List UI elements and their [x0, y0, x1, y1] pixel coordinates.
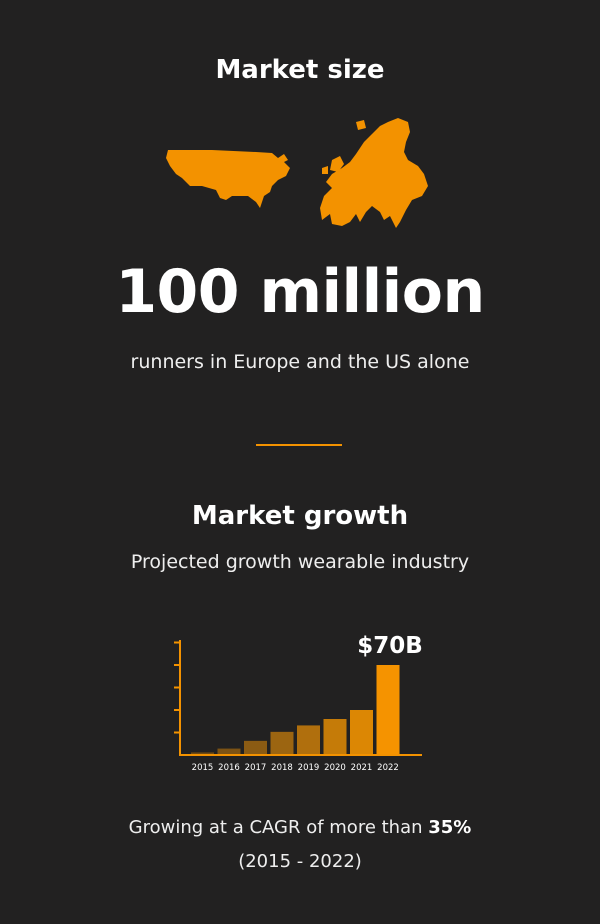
maps-illustration: [166, 118, 428, 228]
cagr-value: 35%: [428, 817, 472, 838]
x-tick-label: 2017: [245, 763, 267, 773]
cagr-period: (2015 - 2022): [238, 851, 362, 872]
chart-bars: [191, 665, 400, 755]
market-size-title: Market size: [215, 55, 385, 85]
chart-annotation: $70B: [357, 633, 423, 659]
x-tick-label: 2018: [271, 763, 293, 773]
market-growth-subtitle: Projected growth wearable industry: [130, 551, 470, 573]
x-tick-label: 2016: [218, 763, 240, 773]
bar-2017: [244, 740, 267, 755]
bar-2020: [323, 719, 347, 755]
market-growth-title: Market growth: [191, 501, 409, 531]
runner-count-caption: runners in Europe and the US alone: [130, 351, 470, 373]
runner-count: 100 million: [115, 257, 485, 327]
us-map-icon: [166, 150, 290, 208]
section-divider: [256, 444, 342, 446]
x-tick-label: 2021: [351, 763, 373, 773]
bar-2019: [297, 725, 320, 755]
cagr-statement: Growing at a CAGR of more than 35%: [0, 814, 600, 842]
bar-2021: [350, 710, 373, 755]
europe-map-icon: [320, 118, 428, 228]
growth-bar-chart: 2015 2016 2017 2018 2019 2020 2021 2022 $70B: [174, 633, 423, 773]
bar-2022: [376, 665, 400, 755]
bar-2018: [270, 731, 294, 755]
x-tick-label: 2022: [377, 763, 399, 773]
x-axis-labels: 2015 2016 2017 2018 2019 2020 2021 2022: [192, 763, 399, 773]
cagr-text: Growing at a CAGR of more than: [128, 817, 429, 838]
x-tick-label: 2020: [324, 763, 346, 773]
x-tick-label: 2015: [192, 763, 214, 773]
x-tick-label: 2019: [298, 763, 320, 773]
